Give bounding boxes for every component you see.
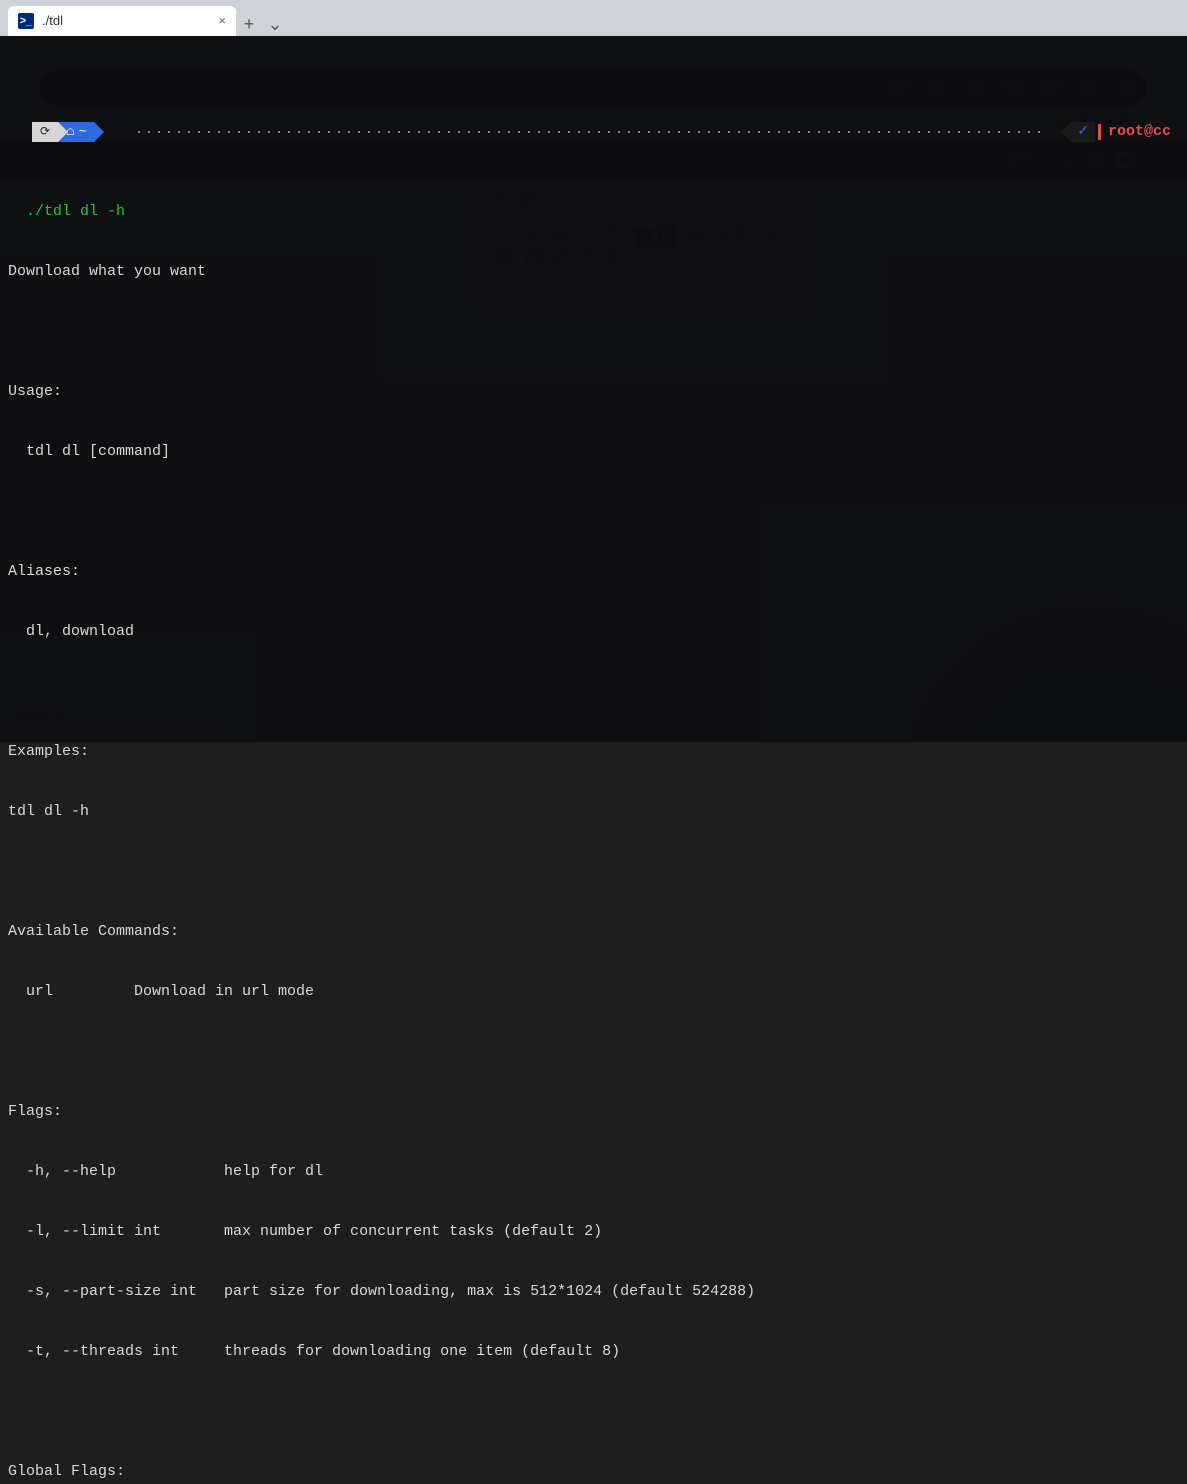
powershell-icon: >_ xyxy=(18,13,34,29)
tab-title: ./tdl xyxy=(42,11,63,31)
help-line: url Download in url mode xyxy=(8,982,1179,1002)
help-line: -l, --limit int max number of concurrent… xyxy=(8,1222,1179,1242)
help-line: -s, --part-size int part size for downlo… xyxy=(8,1282,1179,1302)
help-line: -h, --help help for dl xyxy=(8,1162,1179,1182)
help-line: Global Flags: xyxy=(8,1462,1179,1482)
help-line: Available Commands: xyxy=(8,922,1179,942)
prompt-row: ~ ✓ root@cc xyxy=(8,122,1179,142)
tab-bar: >_ ./tdl × + ⌄ xyxy=(0,0,1187,36)
tab-tdl[interactable]: >_ ./tdl × xyxy=(8,6,236,36)
help-line: Flags: xyxy=(8,1102,1179,1122)
git-icon xyxy=(40,122,50,142)
help-line: Examples: xyxy=(8,742,1179,762)
close-tab-button[interactable]: × xyxy=(218,11,226,31)
status-ok-icon: ✓ xyxy=(1071,122,1095,142)
help-line: Download what you want xyxy=(8,262,1179,282)
help-line: tdl dl [command] xyxy=(8,442,1179,462)
terminal[interactable]: ~ ✓ root@cc ./tdl dl -h Download what yo… xyxy=(0,36,1187,742)
new-tab-button[interactable]: + xyxy=(236,16,262,36)
help-line: Usage: xyxy=(8,382,1179,402)
tab-dropdown-button[interactable]: ⌄ xyxy=(262,16,288,36)
prompt-host: root@cc xyxy=(1104,122,1175,142)
help-line: Aliases: xyxy=(8,562,1179,582)
help-line: dl, download xyxy=(8,622,1179,642)
help-line: tdl dl -h xyxy=(8,802,1179,822)
prompt-cwd: ~ xyxy=(78,122,86,142)
help-line: -t, --threads int threads for downloadin… xyxy=(8,1342,1179,1362)
